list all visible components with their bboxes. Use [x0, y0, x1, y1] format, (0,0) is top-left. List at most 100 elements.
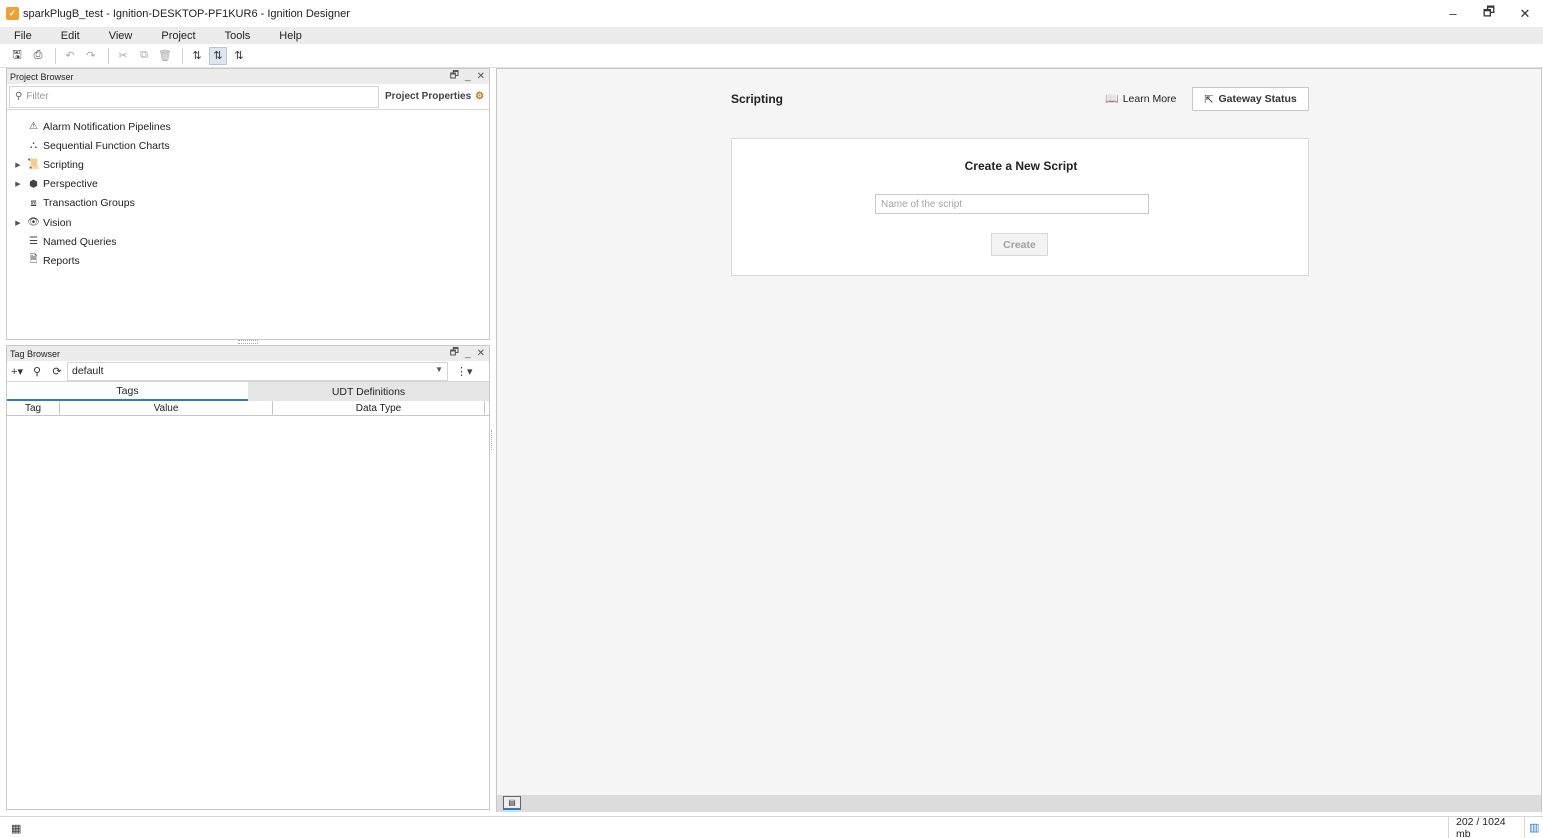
close-panel-icon[interactable]: ✕: [477, 71, 485, 82]
vertical-splitter[interactable]: [491, 430, 493, 450]
gateway-status-label: Gateway Status: [1218, 93, 1297, 105]
gateway-status-button[interactable]: ⇱ Gateway Status: [1192, 87, 1309, 111]
search-icon[interactable]: ⚲: [27, 365, 47, 378]
minimize-button[interactable]: –: [1435, 0, 1471, 27]
refresh-icon[interactable]: ⟳: [47, 365, 67, 378]
alarm-pipeline-icon: ⚠: [29, 121, 38, 133]
float-panel-icon[interactable]: 🗗: [450, 68, 459, 85]
tree-item-alarm-notification-pipelines[interactable]: ⚠ Alarm Notification Pipelines: [7, 117, 489, 136]
chevron-down-icon: ▼: [435, 364, 443, 374]
main-toolbar: 🖫 ⎙ ↶ ↷ ✂ ⧉ 🗑 ⇅ ⇅ ⇅: [0, 44, 1543, 68]
redo-icon[interactable]: ↷: [82, 47, 100, 65]
column-header-tag[interactable]: Tag: [7, 401, 60, 415]
expand-arrow-icon[interactable]: ▶: [13, 219, 23, 227]
comm-off-icon[interactable]: ⇅: [188, 47, 206, 65]
tree-item-perspective[interactable]: ▶ ⬢ Perspective: [7, 175, 489, 194]
window-title: sparkPlugB_test - Ignition-DESKTOP-PF1KU…: [23, 7, 350, 20]
tag-provider-value: default: [72, 365, 104, 377]
menu-help[interactable]: Help: [273, 30, 308, 42]
project-browser-panel: Project Browser 🗗 _ ✕ ⚲ Filter Project P…: [6, 68, 490, 340]
project-tree: ⚠ Alarm Notification Pipelines ⛬ Sequent…: [7, 110, 489, 271]
tree-item-label: Alarm Notification Pipelines: [43, 120, 171, 133]
menu-edit[interactable]: Edit: [55, 30, 86, 42]
tab-udt-definitions[interactable]: UDT Definitions: [248, 382, 489, 401]
memory-usage-text: 202 / 1024 mb: [1456, 815, 1506, 838]
column-header-value[interactable]: Value: [60, 401, 273, 415]
perspective-icon: ⬢: [29, 178, 38, 190]
toolbar-separator: [108, 47, 109, 64]
tree-item-label: Scripting: [43, 158, 84, 171]
toolbar-separator: [182, 47, 183, 64]
toolbar-separator: [55, 47, 56, 64]
comm-read-only-icon[interactable]: ⇅: [209, 46, 227, 65]
close-button[interactable]: ✕: [1507, 0, 1543, 27]
learn-more-label: Learn More: [1122, 92, 1177, 105]
tree-item-named-queries[interactable]: ☰ Named Queries: [7, 232, 489, 251]
tag-provider-select[interactable]: default ▼: [67, 361, 448, 381]
external-link-icon: ⇱: [1204, 93, 1214, 106]
menu-bar: File Edit View Project Tools Help: [0, 27, 1543, 44]
create-button[interactable]: Create: [991, 233, 1048, 256]
scripting-workspace: Scripting 📖 Learn More ⇱ Gateway Status …: [496, 68, 1542, 812]
comm-read-write-icon[interactable]: ⇅: [230, 47, 248, 65]
memory-gauge-icon[interactable]: ▥: [1524, 817, 1543, 838]
grid-menu-icon[interactable]: ▦: [11, 822, 21, 835]
tag-browser-tabs: Tags UDT Definitions: [7, 382, 489, 401]
named-queries-icon: ☰: [29, 236, 38, 248]
minimize-panel-icon[interactable]: _: [465, 348, 471, 359]
tree-item-label: Vision: [43, 216, 72, 229]
minimize-panel-icon[interactable]: _: [465, 71, 471, 82]
panel-resize-handle[interactable]: [238, 340, 258, 344]
expand-arrow-icon[interactable]: ▶: [13, 180, 23, 188]
tree-item-transaction-groups[interactable]: ⧈ Transaction Groups: [7, 194, 489, 213]
transaction-groups-icon: ⧈: [30, 197, 37, 209]
save-icon[interactable]: 🖫: [8, 47, 26, 65]
tree-item-scripting[interactable]: ▶ 📜 Scripting: [7, 155, 489, 174]
menu-file[interactable]: File: [8, 30, 38, 42]
more-options-icon[interactable]: ⋮▾: [456, 365, 473, 378]
project-browser-filter-row: ⚲ Filter Project Properties ⚙: [7, 84, 489, 110]
script-name-input[interactable]: [875, 194, 1149, 214]
window-controls: – 🗗 ✕: [1435, 0, 1543, 27]
document-tab-icon[interactable]: ▤: [503, 796, 521, 810]
restore-button[interactable]: 🗗: [1471, 0, 1507, 27]
tag-browser-header: Tag Browser 🗗 _ ✕: [7, 346, 489, 361]
tree-item-label: Transaction Groups: [43, 197, 135, 210]
menu-view[interactable]: View: [103, 30, 139, 42]
tree-item-label: Perspective: [43, 178, 98, 191]
project-browser-header: Project Browser 🗗 _ ✕: [7, 69, 489, 84]
ignition-app-icon: ✓: [6, 7, 19, 20]
project-browser-title: Project Browser: [10, 71, 74, 82]
create-script-card: Create a New Script Create: [731, 138, 1309, 276]
menu-project[interactable]: Project: [155, 30, 201, 42]
memory-indicator: 202 / 1024 mb ▥: [1448, 815, 1543, 838]
expand-arrow-icon[interactable]: ▶: [13, 161, 23, 169]
reports-icon: 🗎: [29, 254, 38, 266]
filter-input[interactable]: ⚲ Filter: [9, 85, 379, 108]
menu-tools[interactable]: Tools: [219, 30, 257, 42]
tag-browser-panel: Tag Browser 🗗 _ ✕ +▾ ⚲ ⟳ default ▼ ⋮▾ Ta…: [6, 345, 490, 810]
tag-table-header: Tag Value Data Type: [7, 401, 489, 416]
tree-item-label: Sequential Function Charts: [43, 139, 170, 152]
float-panel-icon[interactable]: 🗗: [450, 345, 459, 362]
project-properties-button[interactable]: Project Properties ⚙: [385, 91, 484, 102]
close-panel-icon[interactable]: ✕: [477, 348, 485, 359]
tree-item-reports[interactable]: 🗎 Reports: [7, 251, 489, 270]
undo-icon[interactable]: ↶: [61, 47, 79, 65]
cut-icon[interactable]: ✂: [114, 47, 132, 65]
tree-item-label: Reports: [43, 254, 80, 267]
save-all-icon[interactable]: ⎙: [29, 47, 47, 65]
learn-more-link[interactable]: 📖 Learn More: [1105, 92, 1177, 106]
tag-browser-toolbar: +▾ ⚲ ⟳ default ▼ ⋮▾: [7, 361, 489, 382]
page-title: Scripting: [731, 92, 784, 106]
add-tag-icon[interactable]: +▾: [7, 365, 27, 378]
search-icon: ⚲: [15, 91, 23, 102]
tab-tags[interactable]: Tags: [7, 382, 248, 401]
delete-icon[interactable]: 🗑: [156, 47, 174, 65]
tree-item-sequential-function-charts[interactable]: ⛬ Sequential Function Charts: [7, 136, 489, 155]
tree-item-vision[interactable]: ▶ 👁 Vision: [7, 213, 489, 232]
filter-placeholder: Filter: [26, 91, 49, 102]
column-header-data-type[interactable]: Data Type: [273, 401, 485, 415]
book-icon: 📖: [1105, 93, 1119, 105]
copy-icon[interactable]: ⧉: [135, 47, 153, 65]
